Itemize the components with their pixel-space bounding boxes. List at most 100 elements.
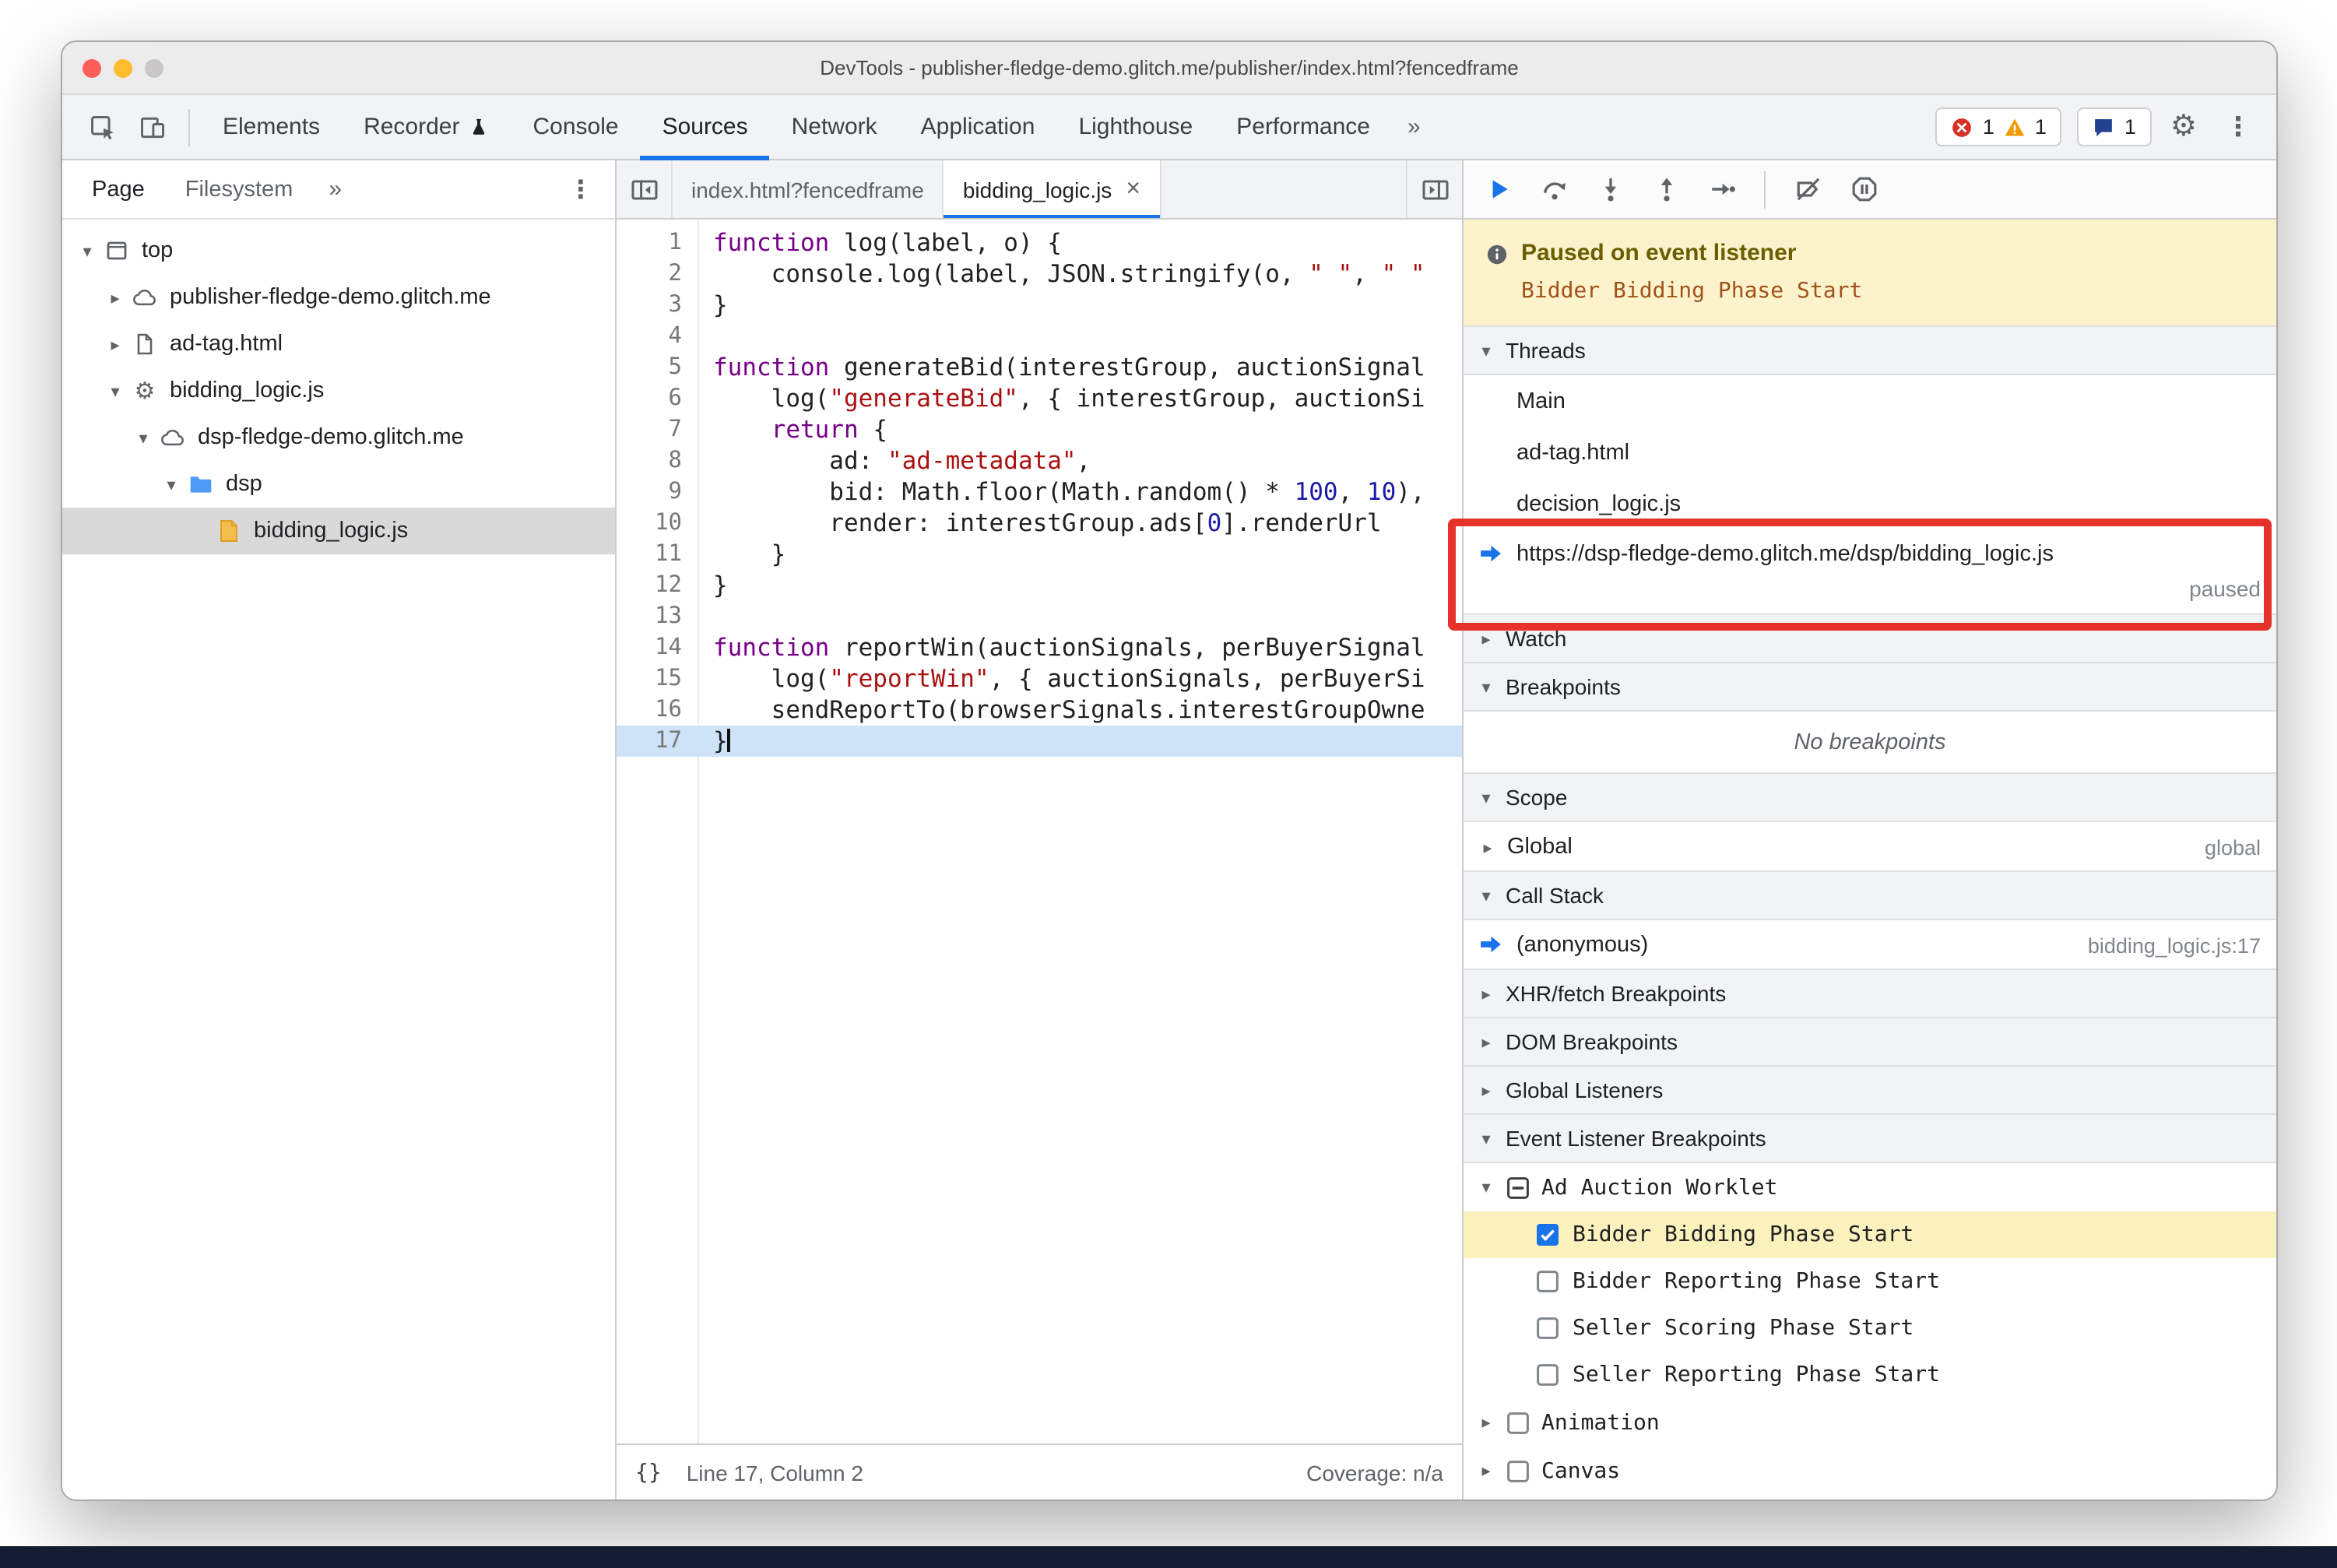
- tree-item-top[interactable]: ▾ top: [62, 227, 615, 274]
- section-threads[interactable]: ▾ Threads: [1464, 325, 2276, 375]
- breakpoint-group-canvas[interactable]: ▸ Canvas: [1464, 1447, 2276, 1495]
- code-line: 9 bid: Math.floor(Math.random() * 100, 1…: [617, 476, 1462, 508]
- tree-item-publisher-fledge-demo-glitch-me[interactable]: ▸ publisher-fledge-demo.glitch.me: [62, 274, 615, 321]
- code-line: 10 render: interestGroup.ads[0].renderUr…: [617, 508, 1462, 539]
- breakpoint-seller-scoring-phase-start[interactable]: Seller Scoring Phase Start: [1464, 1305, 2276, 1352]
- navigator-menu-button[interactable]: ⋮: [556, 174, 606, 205]
- tab-elements[interactable]: Elements: [201, 94, 342, 160]
- console-messages-badge[interactable]: 1 1: [1935, 107, 2062, 146]
- line-number[interactable]: 3: [617, 290, 698, 321]
- pretty-print-button[interactable]: {}: [635, 1460, 662, 1485]
- section-dom-breakpoints[interactable]: ▸ DOM Breakpoints: [1464, 1017, 2276, 1067]
- code-token: console.log(label, JSON.stringify(o,: [713, 260, 1309, 288]
- warning-icon: [2004, 116, 2026, 138]
- collapsed-arrow-icon[interactable]: ▸: [103, 334, 128, 354]
- tab-network[interactable]: Network: [770, 94, 899, 160]
- breakpoint-seller-reporting-phase-start[interactable]: Seller Reporting Phase Start: [1464, 1352, 2276, 1398]
- section-global-listeners[interactable]: ▸ Global Listeners: [1464, 1065, 2276, 1115]
- more-navigator-tabs-button[interactable]: »: [313, 176, 357, 202]
- line-number[interactable]: 16: [617, 694, 698, 726]
- editor-tab-index-html-fencedframe[interactable]: index.html?fencedframe: [673, 160, 944, 218]
- expanded-arrow-icon[interactable]: ▾: [75, 241, 100, 261]
- code-editor[interactable]: 1 function log(label, o) {2 console.log(l…: [617, 220, 1462, 1443]
- cloud-icon: [156, 425, 190, 450]
- call-stack-frame[interactable]: (anonymous) bidding_logic.js:17: [1464, 920, 2276, 970]
- step-over-button[interactable]: [1529, 166, 1579, 213]
- section-scope[interactable]: ▾ Scope: [1464, 772, 2276, 822]
- tree-item-dsp[interactable]: ▾ dsp: [62, 461, 615, 508]
- pause-on-exceptions-button[interactable]: [1839, 166, 1889, 213]
- expanded-arrow-icon[interactable]: ▾: [159, 474, 184, 494]
- toggle-debugger-sidebar-button[interactable]: [1406, 160, 1462, 218]
- tree-item-ad-tag-html[interactable]: ▸ ad-tag.html: [62, 321, 615, 367]
- line-number[interactable]: 14: [617, 632, 698, 663]
- debugger-sections: ▾ Threads Main ad-tag.html decision_logic.js…: [1448, 325, 2276, 1495]
- tab-performance[interactable]: Performance: [1214, 94, 1392, 160]
- thread-row[interactable]: ad-tag.html: [1464, 427, 2276, 478]
- section-event-listener-breakpoints[interactable]: ▾ Event Listener Breakpoints: [1464, 1113, 2276, 1163]
- checkbox-unchecked-icon: [1537, 1364, 1559, 1386]
- navigator-tab-page[interactable]: Page: [72, 160, 165, 219]
- breakpoint-bidder-reporting-phase-start[interactable]: Bidder Reporting Phase Start: [1464, 1258, 2276, 1305]
- tab-recorder[interactable]: Recorder: [342, 94, 511, 160]
- inspect-element-button[interactable]: [78, 102, 128, 152]
- expanded-arrow-icon[interactable]: ▾: [103, 381, 128, 401]
- code-token: "generateBid": [829, 385, 1018, 413]
- more-panels-button[interactable]: »: [1392, 114, 1436, 140]
- code-line: 2 console.log(label, JSON.stringify(o, "…: [617, 258, 1462, 290]
- device-toolbar-button[interactable]: [128, 102, 177, 152]
- tree-item-dsp-fledge-demo-glitch-me[interactable]: ▾ dsp-fledge-demo.glitch.me: [62, 414, 615, 461]
- breakpoint-bidder-bidding-phase-start[interactable]: Bidder Bidding Phase Start: [1464, 1211, 2276, 1258]
- expanded-arrow-icon[interactable]: ▾: [131, 427, 156, 448]
- line-number[interactable]: 17: [617, 726, 698, 757]
- toggle-navigator-button[interactable]: [617, 160, 673, 218]
- step-into-button[interactable]: [1585, 166, 1635, 213]
- tab-sources[interactable]: Sources: [641, 94, 770, 160]
- step-button[interactable]: [1697, 166, 1747, 213]
- close-tab-icon[interactable]: ×: [1126, 175, 1140, 203]
- line-number[interactable]: 13: [617, 601, 698, 632]
- line-number[interactable]: 7: [617, 414, 698, 445]
- line-number[interactable]: 8: [617, 445, 698, 476]
- breakpoint-group-ad-auction-worklet[interactable]: ▾ Ad Auction Worklet: [1464, 1163, 2276, 1211]
- collapsed-arrow-icon[interactable]: ▸: [103, 287, 128, 308]
- thread-row[interactable]: decision_logic.js: [1464, 478, 2276, 529]
- section-breakpoints[interactable]: ▾ Breakpoints: [1464, 662, 2276, 712]
- section-watch[interactable]: ▸ Watch: [1464, 613, 2276, 663]
- tab-lighthouse[interactable]: Lighthouse: [1056, 94, 1214, 160]
- scope-row-global[interactable]: ▸ Global global: [1464, 822, 2276, 872]
- line-number[interactable]: 1: [617, 227, 698, 258]
- line-number[interactable]: 2: [617, 258, 698, 290]
- line-number[interactable]: 6: [617, 383, 698, 414]
- line-number[interactable]: 11: [617, 539, 698, 570]
- line-number[interactable]: 5: [617, 352, 698, 383]
- line-number[interactable]: 12: [617, 570, 698, 601]
- line-number[interactable]: 10: [617, 508, 698, 539]
- section-xhr-fetch-breakpoints[interactable]: ▸ XHR/fetch Breakpoints: [1464, 969, 2276, 1018]
- thread-row[interactable]: Main: [1464, 375, 2276, 427]
- deactivate-breakpoints-button[interactable]: [1783, 166, 1833, 213]
- navigator-tab-filesystem[interactable]: Filesystem: [165, 160, 314, 219]
- close-window-button[interactable]: [83, 58, 101, 77]
- editor-tab-bidding-logic-js[interactable]: bidding_logic.js ×: [944, 160, 1161, 218]
- zoom-window-button[interactable]: [145, 58, 163, 77]
- line-number[interactable]: 4: [617, 321, 698, 352]
- thread-row-paused[interactable]: https://dsp-fledge-demo.glitch.me/dsp/bi…: [1448, 519, 2276, 631]
- issues-badge[interactable]: 1: [2077, 107, 2152, 146]
- devtools-menu-button[interactable]: ⋮: [2216, 111, 2261, 142]
- minimize-window-button[interactable]: [114, 58, 132, 77]
- line-number[interactable]: 9: [617, 476, 698, 508]
- section-call-stack[interactable]: ▾ Call Stack: [1464, 870, 2276, 920]
- code-text: log("reportWin", { auctionSignals, perBu…: [698, 663, 1425, 694]
- tab-application[interactable]: Application: [899, 94, 1057, 160]
- tab-console[interactable]: Console: [511, 94, 640, 160]
- tree-item-bidding-logic-js[interactable]: ▾ ⚙ bidding_logic.js: [62, 367, 615, 414]
- line-number[interactable]: 15: [617, 663, 698, 694]
- code-line: 1 function log(label, o) {: [617, 227, 1462, 258]
- step-out-button[interactable]: [1641, 166, 1691, 213]
- resume-button[interactable]: [1473, 166, 1523, 213]
- breakpoint-group-animation[interactable]: ▸ Animation: [1464, 1398, 2276, 1447]
- settings-gear-icon[interactable]: ⚙: [2167, 109, 2200, 145]
- tree-item-bidding-logic-js[interactable]: bidding_logic.js: [62, 508, 615, 554]
